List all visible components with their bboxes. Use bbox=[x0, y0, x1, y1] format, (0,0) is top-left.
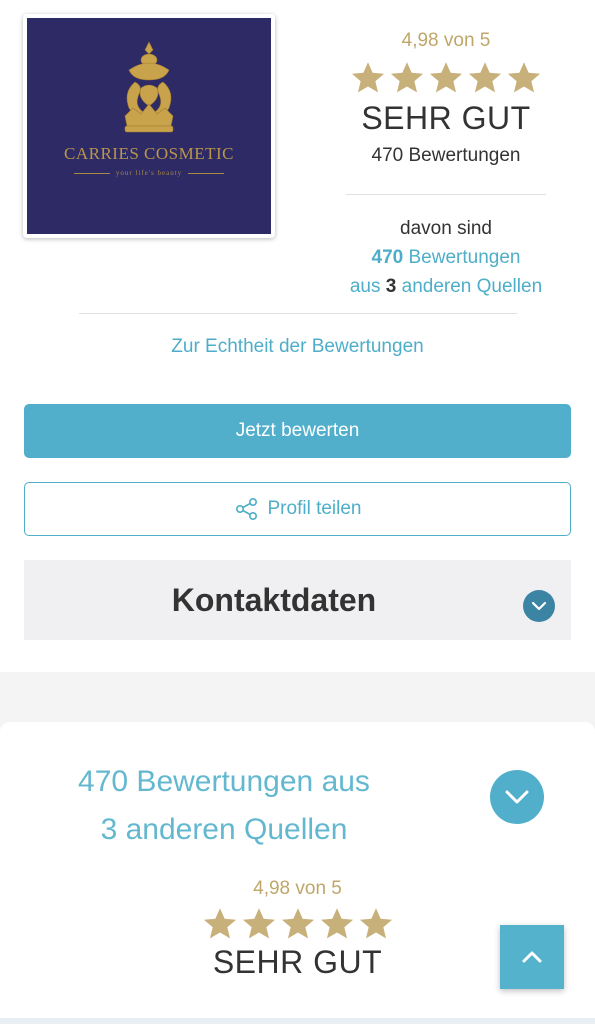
chevron-down-icon[interactable] bbox=[523, 590, 555, 622]
star-icon bbox=[202, 906, 238, 942]
chevron-down-icon[interactable] bbox=[490, 770, 544, 824]
star-icon bbox=[428, 60, 464, 96]
contact-title: Kontaktdaten bbox=[171, 582, 377, 618]
sources-source-count: 3 bbox=[385, 276, 397, 297]
rating-score: 4,98 von 5 bbox=[253, 878, 342, 899]
sources-prefix: aus bbox=[349, 276, 381, 297]
star-icon bbox=[389, 60, 425, 96]
sources-suffix: anderen Quellen bbox=[401, 276, 543, 297]
star-icon bbox=[241, 906, 277, 942]
divider bbox=[346, 194, 546, 195]
star-rating bbox=[338, 60, 554, 96]
rating-verdict: SEHR GUT bbox=[361, 100, 531, 136]
star-icon bbox=[506, 60, 542, 96]
company-logo: CARRIES COSMETIC your life's beauty bbox=[23, 14, 275, 238]
sources-intro: davon sind bbox=[400, 218, 492, 239]
star-icon bbox=[467, 60, 503, 96]
authenticity-link[interactable]: Zur Echtheit der Bewertungen bbox=[0, 336, 595, 358]
divider bbox=[79, 313, 517, 314]
sources-origin-line[interactable]: aus 3 anderen Quellen bbox=[330, 272, 562, 301]
contact-accordion[interactable]: Kontaktdaten bbox=[24, 560, 571, 640]
rating-score: 4,98 von 5 bbox=[401, 30, 491, 51]
star-icon bbox=[350, 60, 386, 96]
crown-crest-icon bbox=[124, 41, 174, 133]
sources-count: 470 bbox=[371, 247, 404, 268]
logo-tagline: your life's beauty bbox=[74, 169, 224, 177]
chevron-up-icon bbox=[522, 951, 542, 963]
sources-reviews-word: Bewertungen bbox=[408, 247, 521, 268]
share-profile-label: Profil teilen bbox=[267, 498, 362, 519]
rating-verdict: SEHR GUT bbox=[212, 944, 383, 980]
review-count: 470 Bewertungen bbox=[371, 145, 521, 166]
star-icon bbox=[280, 906, 316, 942]
share-profile-button[interactable]: Profil teilen bbox=[24, 482, 571, 536]
external-rating-summary: 4,98 von 5 SEHR GUT bbox=[190, 878, 405, 981]
heading-line-1: 470 Bewertungen aus bbox=[78, 765, 370, 798]
heading-line-2: 3 anderen Quellen bbox=[100, 813, 348, 846]
rate-now-button[interactable]: Jetzt bewerten bbox=[24, 404, 571, 458]
sources-count-line[interactable]: 470 Bewertungen bbox=[330, 243, 562, 272]
star-icon bbox=[319, 906, 355, 942]
page-bottom-edge bbox=[0, 1018, 595, 1024]
logo-brand-text: CARRIES COSMETIC bbox=[64, 144, 234, 163]
star-icon bbox=[358, 906, 394, 942]
external-reviews-heading[interactable]: 470 Bewertungen aus 3 anderen Quellen bbox=[44, 758, 404, 854]
logo-image: CARRIES COSMETIC your life's beauty bbox=[27, 18, 271, 234]
review-sources: davon sind 470 Bewertungen aus 3 anderen… bbox=[330, 214, 562, 301]
company-profile-card: CARRIES COSMETIC your life's beauty 4,98… bbox=[0, 0, 595, 672]
rating-summary: 4,98 von 5 SEHR GUT 470 Bewertungen bbox=[338, 30, 554, 167]
share-icon bbox=[235, 497, 257, 520]
scroll-to-top-button[interactable] bbox=[500, 925, 564, 989]
star-rating bbox=[190, 906, 405, 942]
